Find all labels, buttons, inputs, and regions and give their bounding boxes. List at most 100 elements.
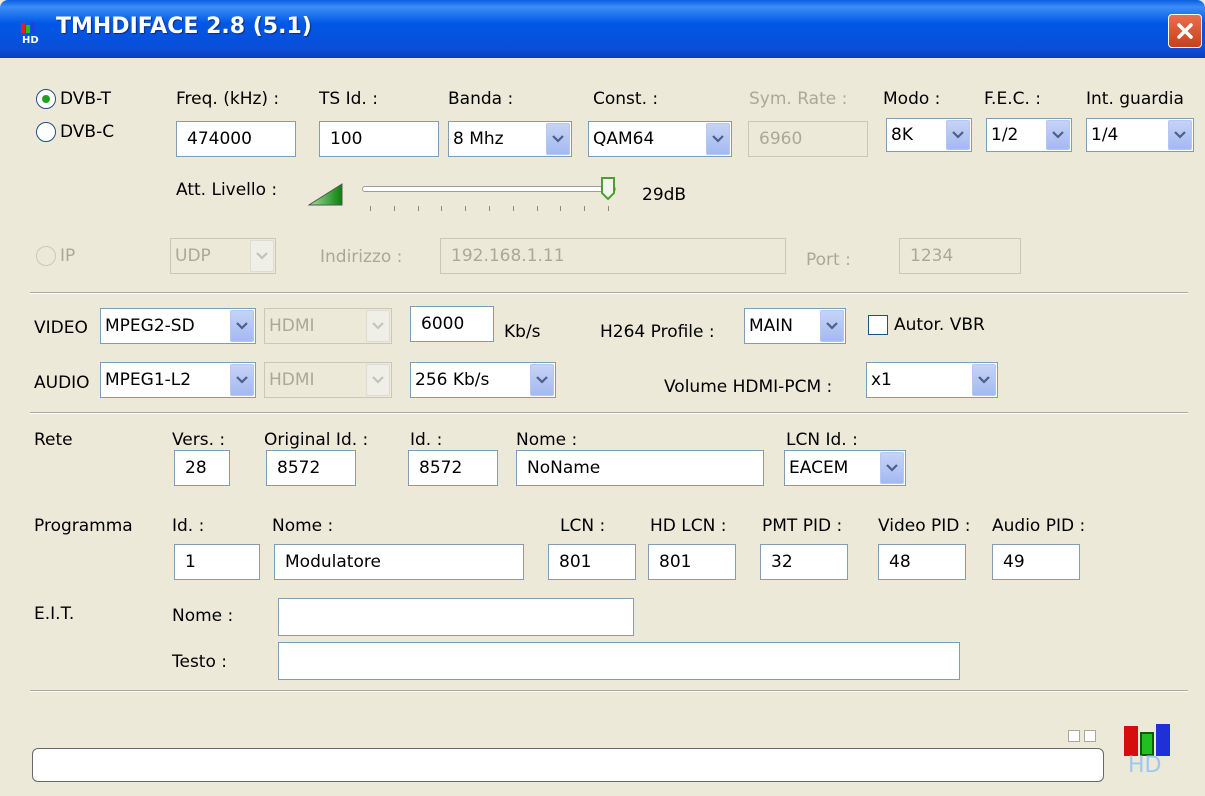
status-led-2 xyxy=(1084,730,1096,742)
att-slider-track[interactable] xyxy=(362,186,616,192)
eit-testo-input[interactable] xyxy=(278,642,960,680)
slider-tick xyxy=(584,206,586,211)
chevron-down-icon[interactable] xyxy=(530,364,554,396)
h264-profile-label: H264 Profile : xyxy=(600,322,715,342)
divider xyxy=(30,292,1188,294)
app-icon: HD xyxy=(21,22,39,44)
audio-rate-select[interactable]: 256 Kb/s xyxy=(410,362,556,398)
chevron-down-icon[interactable] xyxy=(230,310,254,342)
prog-hdlcn-input[interactable]: 801 xyxy=(648,544,736,580)
close-button[interactable] xyxy=(1168,14,1202,48)
eit-nome-label: Nome : xyxy=(172,606,234,626)
symrate-input: 6960 xyxy=(748,121,868,157)
tsid-input[interactable]: 100 xyxy=(319,121,439,157)
ip-port-label: Port : xyxy=(806,250,851,270)
programma-label: Programma xyxy=(34,516,133,536)
chevron-down-icon[interactable] xyxy=(1046,120,1070,150)
chevron-down-icon[interactable] xyxy=(946,120,970,150)
fec-label: F.E.C. : xyxy=(984,89,1042,109)
audio-codec-select[interactable]: MPEG1-L2 xyxy=(100,362,256,398)
prog-id-label: Id. : xyxy=(172,516,205,536)
rete-nome-input[interactable]: NoName xyxy=(516,450,764,486)
chevron-down-icon[interactable] xyxy=(706,123,730,155)
prog-hdlcn-label: HD LCN : xyxy=(650,516,727,536)
video-pid-label: Video PID : xyxy=(878,516,971,536)
rete-vers-input[interactable]: 28 xyxy=(174,450,230,486)
dvbc-label: DVB-C xyxy=(60,122,115,142)
banda-select[interactable]: 8 Mhz xyxy=(448,121,572,157)
eit-testo-label: Testo : xyxy=(172,652,228,672)
window-title: TMHDIFACE 2.8 (5.1) xyxy=(56,14,312,39)
banda-label: Banda : xyxy=(448,89,514,109)
progress-bar xyxy=(32,748,1104,782)
chevron-down-icon[interactable] xyxy=(880,452,904,484)
audio-pid-label: Audio PID : xyxy=(992,516,1086,536)
pmt-pid-input[interactable]: 32 xyxy=(760,544,848,580)
chevron-down-icon[interactable] xyxy=(820,310,844,342)
kbs-label: Kb/s xyxy=(504,322,541,342)
video-label: VIDEO xyxy=(34,318,88,338)
chevron-down-icon xyxy=(366,310,390,342)
prog-lcn-label: LCN : xyxy=(560,516,606,536)
rete-id-label: Id. : xyxy=(410,430,443,450)
symrate-label: Sym. Rate : xyxy=(749,89,848,109)
autor-vbr-checkbox[interactable] xyxy=(868,315,888,335)
audio-pid-input[interactable]: 49 xyxy=(992,544,1080,580)
hd-logo-text: HD xyxy=(1128,753,1162,778)
ip-address-input: 192.168.1.11 xyxy=(440,238,786,274)
tsid-label: TS Id. : xyxy=(319,89,378,109)
prog-lcn-input[interactable]: 801 xyxy=(548,544,636,580)
video-rate-input[interactable]: 6000 xyxy=(410,306,494,342)
const-label: Const. : xyxy=(593,89,659,109)
prog-nome-input[interactable]: Modulatore xyxy=(274,544,524,580)
h264-profile-select[interactable]: MAIN xyxy=(744,308,846,344)
rete-original-id-input[interactable]: 8572 xyxy=(266,450,356,486)
ip-radio[interactable] xyxy=(36,246,56,266)
ip-port-input: 1234 xyxy=(899,238,1021,274)
ip-label: IP xyxy=(60,246,76,266)
dvbt-radio[interactable] xyxy=(36,89,56,109)
rete-id-input[interactable]: 8572 xyxy=(408,450,498,486)
video-input-select: HDMI xyxy=(264,308,392,344)
volume-select[interactable]: x1 xyxy=(866,362,998,398)
dvbt-label: DVB-T xyxy=(60,89,112,109)
rete-vers-label: Vers. : xyxy=(172,430,226,450)
eit-label: E.I.T. xyxy=(34,604,75,624)
slider-tick xyxy=(608,206,609,211)
hd-bars-logo: HD xyxy=(1122,720,1176,784)
chevron-down-icon[interactable] xyxy=(972,364,996,396)
att-value: 29dB xyxy=(642,185,687,205)
fec-select[interactable]: 1/2 xyxy=(986,118,1072,152)
status-led-1 xyxy=(1068,730,1080,742)
prog-id-input[interactable]: 1 xyxy=(174,544,260,580)
freq-label: Freq. (kHz) : xyxy=(176,89,280,109)
chevron-down-icon[interactable] xyxy=(230,364,254,396)
prog-nome-label: Nome : xyxy=(272,516,334,536)
autor-vbr-label: Autor. VBR xyxy=(894,315,985,335)
video-pid-input[interactable]: 48 xyxy=(878,544,966,580)
att-slider-thumb[interactable] xyxy=(600,177,616,201)
rete-nome-label: Nome : xyxy=(516,430,578,450)
level-ramp-icon xyxy=(308,183,343,206)
freq-input[interactable]: 474000 xyxy=(176,121,296,157)
audio-input-select: HDMI xyxy=(264,362,392,398)
audio-label: AUDIO xyxy=(34,373,90,393)
volume-label: Volume HDMI-PCM : xyxy=(664,377,833,397)
rete-label: Rete xyxy=(34,430,73,450)
chevron-down-icon xyxy=(250,240,274,272)
eit-nome-input[interactable] xyxy=(278,598,634,636)
slider-tick xyxy=(393,206,395,211)
slider-tick xyxy=(512,206,514,211)
modo-select[interactable]: 8K xyxy=(886,118,972,152)
const-select[interactable]: QAM64 xyxy=(588,121,732,157)
lcn-id-label: LCN Id. : xyxy=(786,430,858,450)
lcn-id-select[interactable]: EACEM xyxy=(784,450,906,486)
dvbc-radio[interactable] xyxy=(36,122,56,142)
pmt-pid-label: PMT PID : xyxy=(762,516,843,536)
guard-select[interactable]: 1/4 xyxy=(1086,118,1194,152)
chevron-down-icon xyxy=(366,364,390,396)
chevron-down-icon[interactable] xyxy=(546,123,570,155)
chevron-down-icon[interactable] xyxy=(1168,120,1192,150)
svg-text:HD: HD xyxy=(22,35,39,44)
video-codec-select[interactable]: MPEG2-SD xyxy=(100,308,256,344)
